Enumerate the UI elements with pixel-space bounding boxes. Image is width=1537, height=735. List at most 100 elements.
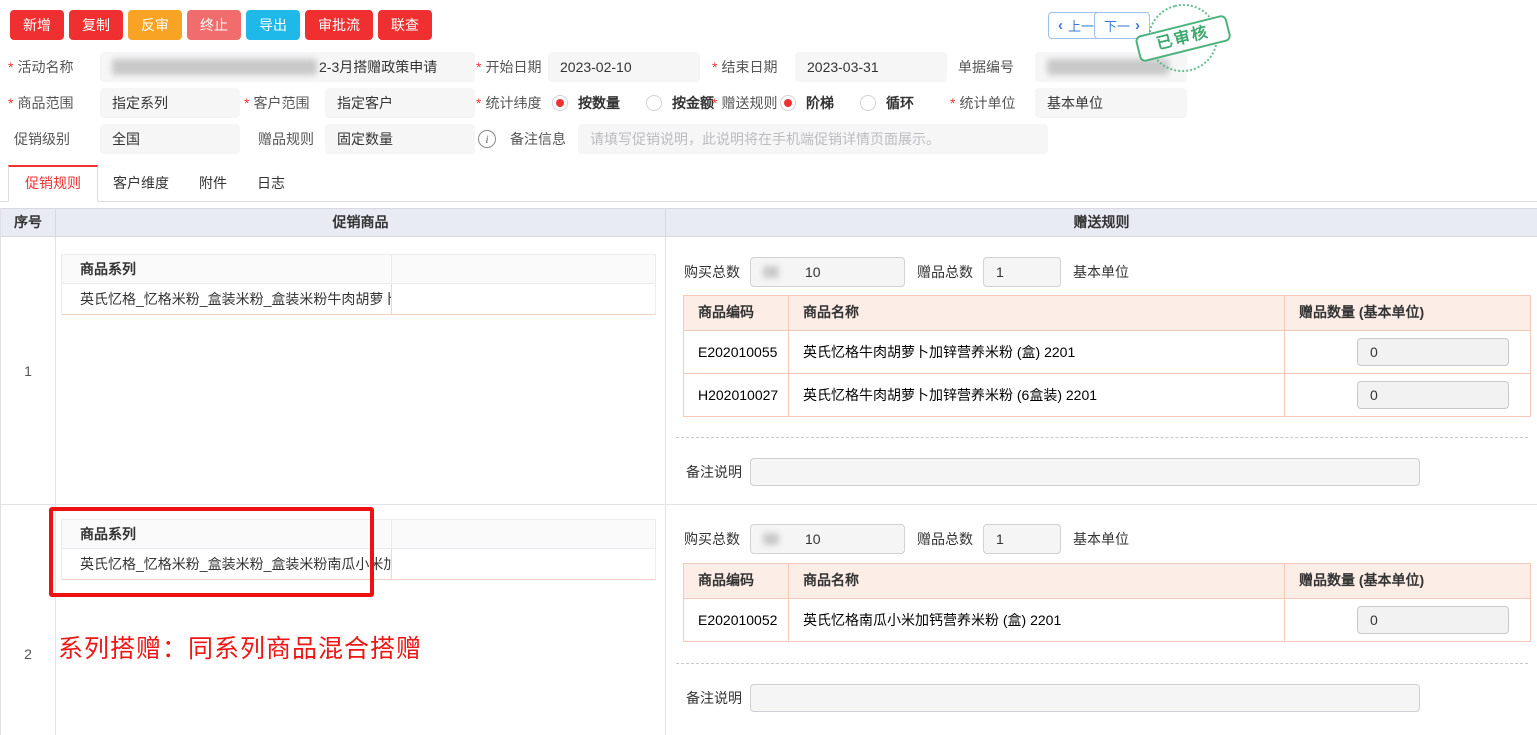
- stat-unit-label: *统计单位: [950, 88, 1015, 118]
- gift-table-header: 商品编码 商品名称 赠品数量 (基本单位): [684, 296, 1530, 330]
- note-label: 备注说明: [686, 462, 742, 482]
- unit-text: 基本单位: [1073, 262, 1129, 282]
- start-date-field[interactable]: 2023-02-10: [548, 52, 700, 82]
- gift-rule-radio-group: 阶梯 循环: [780, 88, 940, 118]
- note-line: 备注说明: [686, 458, 1420, 486]
- unapprove-button[interactable]: 反审: [128, 10, 182, 40]
- radio-by-quantity[interactable]: 按数量: [552, 93, 620, 113]
- activity-name-field[interactable]: 2-3月搭赠政策申请: [100, 52, 475, 82]
- linked-query-button[interactable]: 联查: [378, 10, 432, 40]
- series-row: 英氏忆格_忆格米粉_盒装米粉_盒装米粉牛肉胡萝卜加锌: [62, 284, 655, 314]
- product-code: E202010055: [684, 331, 789, 373]
- gift-row: E202010055 英氏忆格牛肉胡萝卜加锌营养米粉 (盒) 2201: [684, 330, 1530, 373]
- gift-table-header: 商品编码 商品名称 赠品数量 (基本单位): [684, 564, 1530, 598]
- approval-flow-button[interactable]: 审批流: [305, 10, 373, 40]
- activity-name-label: *活动名称: [8, 52, 73, 82]
- tab-promotion-rules[interactable]: 促销规则: [8, 165, 98, 202]
- end-date-field[interactable]: 2023-03-31: [795, 52, 947, 82]
- radio-unselected-icon: [646, 95, 662, 111]
- promo-products-cell: 商品系列 英氏忆格_忆格米粉_盒装米粉_盒装米粉牛肉胡萝卜加锌: [56, 237, 666, 504]
- series-column-header: 商品系列: [62, 255, 392, 283]
- totals-line: 购买总数 10 赠品总数 1 基本单位: [684, 524, 1129, 554]
- radio-cycle[interactable]: 循环: [860, 93, 914, 113]
- copy-button[interactable]: 复制: [69, 10, 123, 40]
- tab-logs[interactable]: 日志: [242, 166, 300, 201]
- buy-total-label: 购买总数: [684, 529, 740, 549]
- series-table-header: 商品系列: [62, 255, 655, 284]
- customer-scope-field[interactable]: 指定客户: [325, 88, 475, 118]
- code-column-header: 商品编码: [684, 564, 789, 598]
- radio-unselected-icon: [860, 95, 876, 111]
- doc-no-label: 单据编号: [958, 52, 1014, 82]
- gift-rule-label: *赠送规则: [712, 88, 777, 118]
- series-table: 商品系列 英氏忆格_忆格米粉_盒装米粉_盒装米粉牛肉胡萝卜加锌: [61, 254, 656, 315]
- unit-text: 基本单位: [1073, 529, 1129, 549]
- info-icon[interactable]: i: [478, 130, 496, 148]
- remark-input[interactable]: [578, 124, 1048, 154]
- radio-selected-icon: [552, 95, 568, 111]
- table-header-row: 序号 促销商品 赠送规则: [1, 208, 1537, 237]
- note-line: 备注说明: [686, 684, 1420, 712]
- remark-label: 备注信息: [510, 124, 566, 154]
- dashed-divider: [676, 437, 1528, 438]
- seq-column-header: 序号: [1, 209, 56, 236]
- stat-dimension-label: *统计纬度: [476, 88, 541, 118]
- product-scope-field[interactable]: 指定系列: [100, 88, 240, 118]
- promotion-policy-page: 新增 复制 反审 终止 导出 审批流 联查 ‹ 上一 下一 › 已审核 *活动名…: [0, 0, 1537, 735]
- dashed-divider: [676, 663, 1528, 664]
- tab-attachments[interactable]: 附件: [184, 166, 242, 201]
- redacted-activity-name-prefix: [112, 59, 317, 75]
- gift-rules-cell: 购买总数 10 赠品总数 1 基本单位 商品编码 商品名称 赠品数量 (基本单位…: [666, 505, 1537, 735]
- promo-level-label: 促销级别: [14, 124, 70, 154]
- redacted-unit-chip: [763, 266, 779, 278]
- gift-total-label: 赠品总数: [917, 262, 973, 282]
- series-value: 英氏忆格_忆格米粉_盒装米粉_盒装米粉牛肉胡萝卜加锌: [62, 284, 392, 314]
- gift-qty-input[interactable]: [1357, 606, 1509, 634]
- table-row: 1 商品系列 英氏忆格_忆格米粉_盒装米粉_盒装米粉牛肉胡萝卜加锌 购买总数: [1, 237, 1537, 505]
- promotion-rules-table: 序号 促销商品 赠送规则 1 商品系列 英氏忆格_忆格米粉_盒装米粉_盒装米粉牛…: [0, 208, 1537, 735]
- tab-customer-dimension[interactable]: 客户维度: [98, 166, 184, 201]
- radio-ladder[interactable]: 阶梯: [780, 93, 834, 113]
- gift-qty-rule-field[interactable]: 固定数量: [325, 124, 475, 154]
- radio-by-amount[interactable]: 按金额: [646, 93, 714, 113]
- name-column-header: 商品名称: [789, 564, 1285, 598]
- customer-scope-label: *客户范围: [244, 88, 309, 118]
- row-seq: 2: [1, 505, 56, 735]
- code-column-header: 商品编码: [684, 296, 789, 330]
- note-input[interactable]: [750, 684, 1420, 712]
- terminate-button[interactable]: 终止: [187, 10, 241, 40]
- prev-label: 上一: [1068, 16, 1094, 35]
- buy-total-input[interactable]: 10: [750, 257, 905, 287]
- product-name: 英氏忆格南瓜小米加钙营养米粉 (盒) 2201: [789, 599, 1285, 641]
- gift-total-input[interactable]: 1: [983, 257, 1061, 287]
- start-date-label: *开始日期: [476, 52, 541, 82]
- stat-unit-field[interactable]: 基本单位: [1035, 88, 1187, 118]
- chevron-right-icon: ›: [1135, 18, 1140, 33]
- red-annotation-text: 系列搭赠：同系列商品混合搭赠: [58, 629, 422, 665]
- end-date-label: *结束日期: [712, 52, 777, 82]
- gift-row: H202010027 英氏忆格牛肉胡萝卜加锌营养米粉 (6盒装) 2201: [684, 373, 1530, 416]
- row-seq: 1: [1, 237, 56, 504]
- buy-total-input[interactable]: 10: [750, 524, 905, 554]
- note-input[interactable]: [750, 458, 1420, 486]
- tab-bar: 促销规则 客户维度 附件 日志: [0, 169, 1537, 202]
- add-button[interactable]: 新增: [10, 10, 64, 40]
- chevron-left-icon: ‹: [1058, 18, 1063, 33]
- gift-row: E202010052 英氏忆格南瓜小米加钙营养米粉 (盒) 2201: [684, 598, 1530, 641]
- gift-total-label: 赠品总数: [917, 529, 973, 549]
- export-button[interactable]: 导出: [246, 10, 300, 40]
- product-name: 英氏忆格牛肉胡萝卜加锌营养米粉 (盒) 2201: [789, 331, 1285, 373]
- totals-line: 购买总数 10 赠品总数 1 基本单位: [684, 257, 1129, 287]
- qty-column-header: 赠品数量 (基本单位): [1285, 564, 1530, 598]
- gift-qty-input[interactable]: [1357, 381, 1509, 409]
- promo-column-header: 促销商品: [56, 209, 666, 236]
- gift-products-table: 商品编码 商品名称 赠品数量 (基本单位) E202010055 英氏忆格牛肉胡…: [683, 295, 1531, 417]
- gift-total-input[interactable]: 1: [983, 524, 1061, 554]
- approved-stamp: 已审核: [1138, 0, 1227, 82]
- gift-qty-rule-label: 赠品规则: [258, 124, 314, 154]
- promo-level-field[interactable]: 全国: [100, 124, 240, 154]
- name-column-header: 商品名称: [789, 296, 1285, 330]
- series-row: 英氏忆格_忆格米粉_盒装米粉_盒装米粉南瓜小米加钙: [62, 549, 655, 579]
- gift-qty-input[interactable]: [1357, 338, 1509, 366]
- note-label: 备注说明: [686, 688, 742, 708]
